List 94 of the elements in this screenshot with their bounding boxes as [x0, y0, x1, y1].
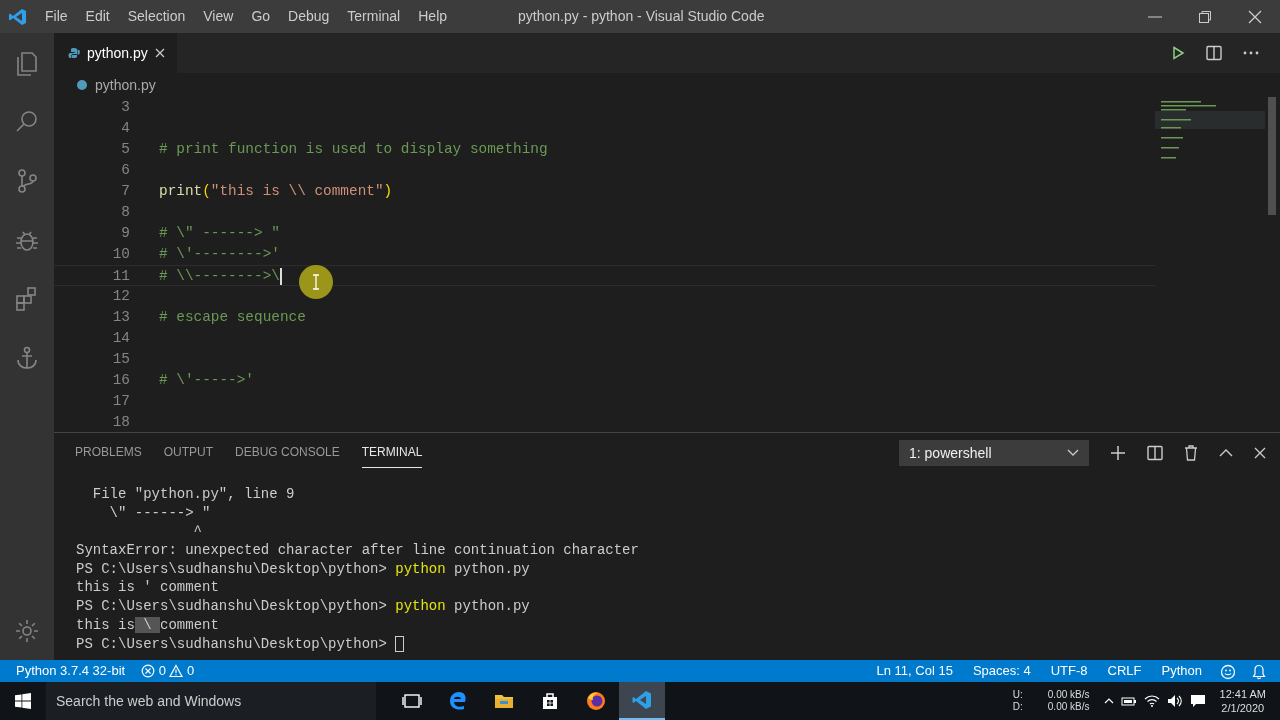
code-line: # \'-------->'	[158, 245, 280, 264]
interpreter-status[interactable]: Python 3.7.4 32-bit	[0, 661, 134, 681]
terminal-line: SyntaxError: unexpected character after line continuation character	[76, 541, 640, 560]
line-number: 17	[111, 392, 130, 411]
clock-date[interactable]: 2/1/2020	[1219, 701, 1266, 715]
panel-tab[interactable]: TERMINAL	[361, 438, 423, 468]
restore-icon	[1198, 9, 1212, 24]
code-line: # \\-------->\	[158, 266, 282, 285]
status-item[interactable]: CRLF	[1097, 661, 1152, 681]
menu-item[interactable]: Help	[409, 6, 457, 27]
line-number: 9	[120, 224, 130, 243]
minimize-icon	[1148, 15, 1162, 18]
app-logo-icon	[8, 6, 28, 27]
terminal-select[interactable]: 1: powershell	[899, 440, 1089, 466]
terminal-line: this is ' comment	[76, 578, 220, 598]
menu-item[interactable]: View	[194, 6, 243, 27]
menu-item[interactable]: Terminal	[338, 6, 410, 27]
line-number: 4	[120, 119, 130, 138]
speaker-icon[interactable]	[1166, 694, 1183, 708]
smiley-icon[interactable]	[1220, 663, 1236, 680]
error-icon	[141, 664, 156, 678]
wifi-icon[interactable]	[1143, 695, 1160, 707]
taskbar-search-field[interactable]: Search the web and Windows	[46, 682, 376, 720]
code-line: # \" ------> "	[158, 224, 280, 243]
editor-tab[interactable]: python.py	[54, 33, 177, 73]
terminal-line: PS C:\Users\sudhanshu\Desktop\python>	[76, 634, 1280, 654]
code-editor-icon[interactable]	[632, 690, 652, 710]
menu-item[interactable]: Selection	[118, 6, 195, 27]
store-icon[interactable]	[540, 691, 560, 711]
line-number: 11	[111, 267, 130, 285]
line-number: 6	[120, 161, 130, 180]
line-number: 16	[111, 371, 130, 390]
terminal-line: this is \ comment	[76, 615, 220, 635]
menu-item[interactable]: Go	[242, 6, 280, 27]
status-item[interactable]: UTF-8	[1040, 661, 1098, 681]
scrollbar-icon	[1267, 97, 1277, 217]
panel-tab[interactable]: DEBUG CONSOLE	[235, 438, 340, 468]
line-number: 10	[111, 245, 130, 264]
split-editor-icon[interactable]	[1206, 45, 1222, 61]
line-number: 13	[111, 308, 130, 327]
menu-item[interactable]: Debug	[279, 6, 339, 27]
split-terminal-icon[interactable]	[1147, 445, 1163, 461]
bell-icon[interactable]	[1252, 663, 1266, 680]
code-line: # \'----->'	[158, 371, 254, 390]
line-number: 15	[111, 350, 130, 369]
plus-icon[interactable]	[1110, 445, 1126, 461]
terminal-line: \" ------> "	[108, 503, 212, 523]
close-icon	[1248, 9, 1262, 24]
battery-icon[interactable]	[1120, 696, 1137, 706]
chevron-up-icon[interactable]	[1219, 449, 1233, 457]
close-icon[interactable]	[1254, 447, 1266, 459]
panel-tab[interactable]: OUTPUT	[163, 438, 214, 468]
network-label: U:	[1012, 689, 1023, 701]
trash-icon[interactable]	[1184, 445, 1198, 461]
network-rate: 0.00 kB/s	[1047, 701, 1090, 713]
line-number: 18	[111, 413, 130, 432]
line-number: 8	[120, 203, 130, 222]
terminal-line: File "python.py", line 9	[91, 485, 296, 504]
mouse-highlight-icon	[297, 264, 334, 300]
code-line: print("this is \\ comment")	[158, 182, 393, 201]
browser-icon[interactable]	[448, 691, 468, 711]
more-icon[interactable]	[1243, 51, 1259, 55]
status-item[interactable]: Ln 11, Col 15	[866, 661, 963, 681]
breadcrumb-item[interactable]: python.py	[95, 74, 156, 96]
network-rate: 0.00 kB/s	[1047, 689, 1090, 701]
network-label: D:	[1012, 701, 1023, 713]
chevron-down-icon	[1067, 449, 1079, 457]
warning-icon	[169, 664, 184, 678]
windows-start-icon[interactable]	[15, 693, 31, 709]
line-number: 5	[120, 140, 130, 159]
menu-item[interactable]: Edit	[76, 6, 119, 27]
python-file-icon	[68, 47, 80, 59]
terminal-line: ^	[192, 522, 204, 542]
terminal-line: PS C:\Users\sudhanshu\Desktop\python> python python.py	[76, 597, 531, 616]
run-icon[interactable]	[1171, 46, 1185, 60]
status-item[interactable]: Python	[1151, 661, 1212, 681]
clock-time[interactable]: 12:41 AM	[1219, 687, 1266, 701]
code-line: # print function is used to display something	[158, 140, 548, 159]
panel-tab[interactable]: PROBLEMS	[75, 438, 142, 468]
line-number: 12	[111, 287, 130, 306]
line-number: 14	[111, 329, 130, 348]
notification-icon[interactable]	[1189, 694, 1206, 708]
problems-status[interactable]: 0 0	[133, 661, 203, 681]
line-number: 7	[120, 182, 130, 201]
globe-fox-icon[interactable]	[586, 691, 606, 711]
window-title: python.py - python - Visual Studio Code	[518, 7, 765, 26]
python-file-icon	[76, 79, 88, 91]
task-view-icon[interactable]	[402, 691, 422, 711]
close-icon[interactable]	[154, 48, 165, 58]
line-number: 3	[120, 98, 130, 117]
code-line: # escape sequence	[158, 308, 306, 327]
terminal-line: PS C:\Users\sudhanshu\Desktop\python> python python.py	[76, 559, 531, 579]
status-item[interactable]: Spaces: 4	[962, 661, 1041, 681]
menu-item[interactable]: File	[36, 6, 77, 27]
